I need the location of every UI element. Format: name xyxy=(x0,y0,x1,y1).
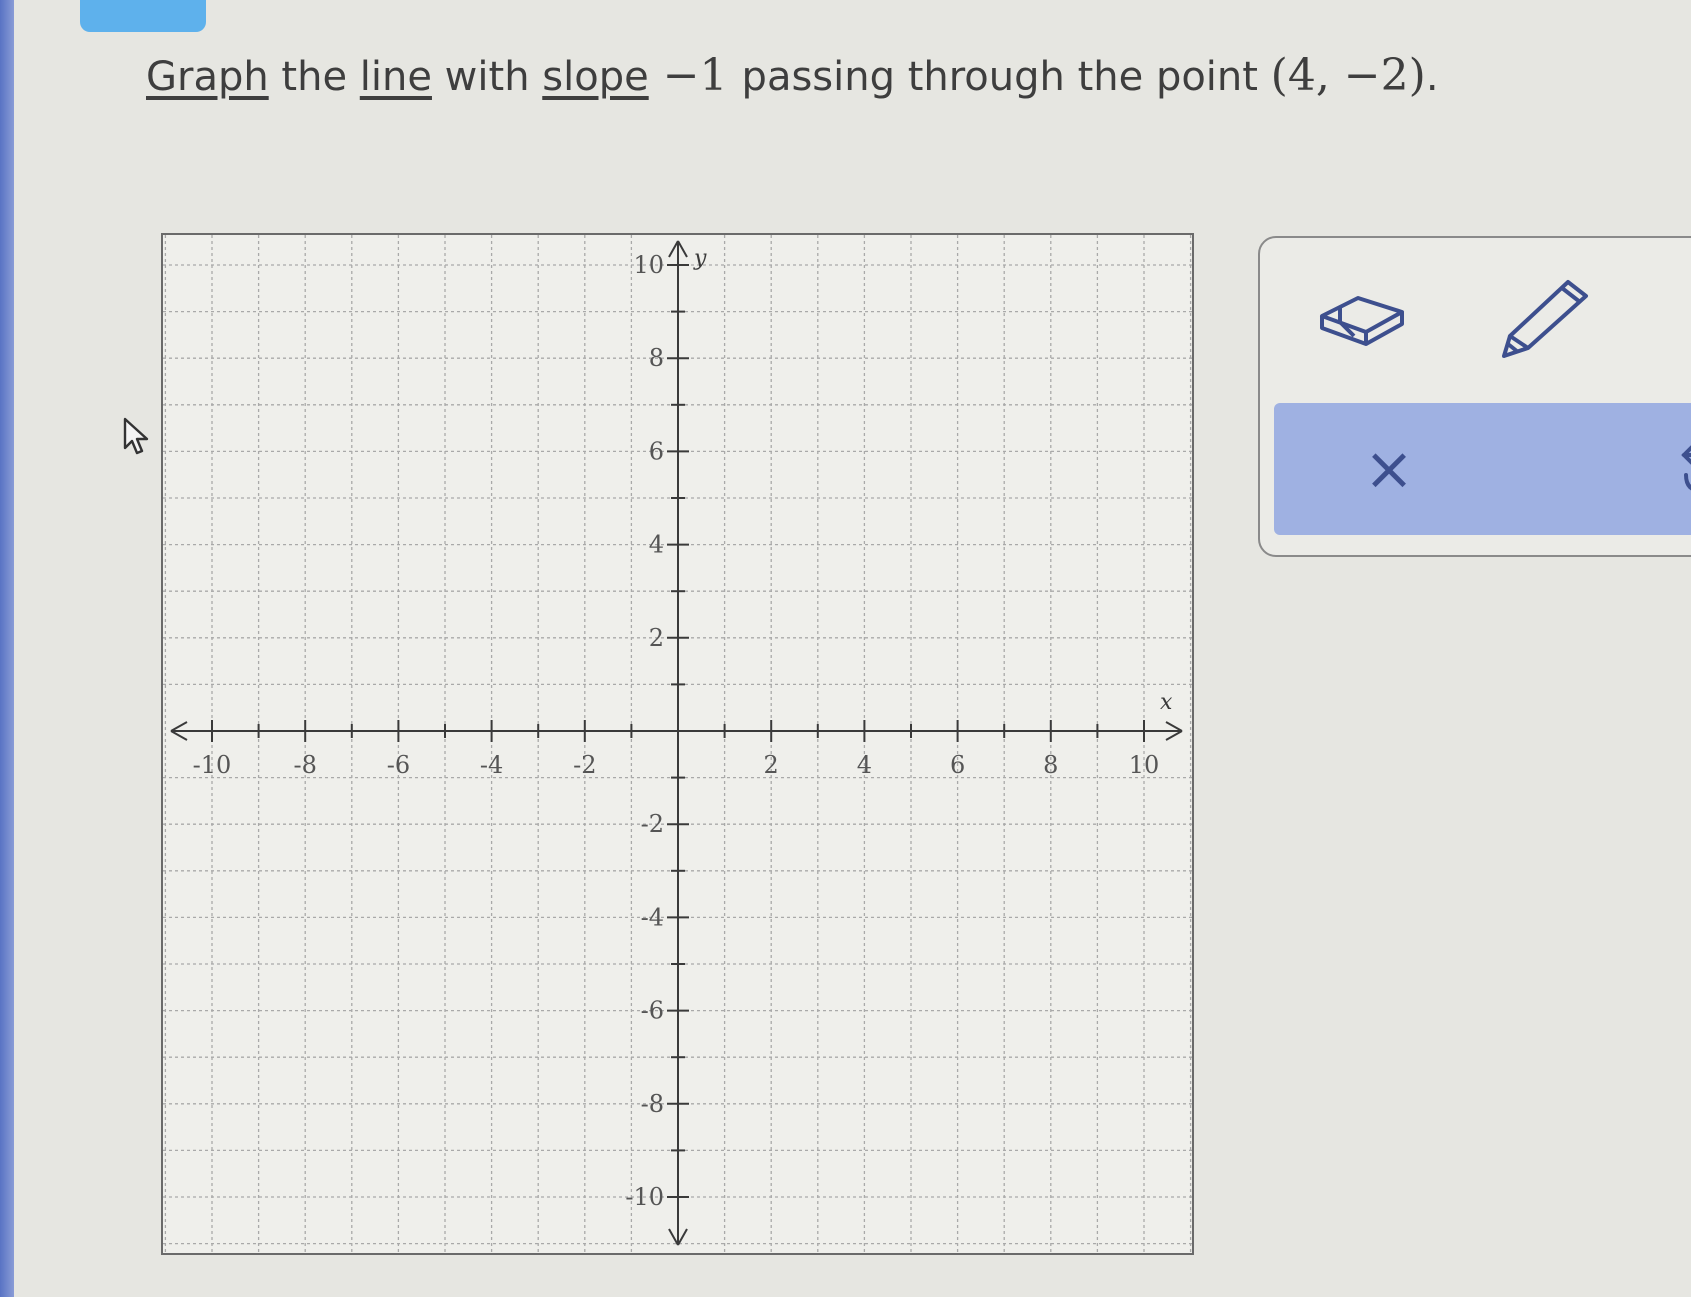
question-fragment: passing through the point xyxy=(741,54,1271,100)
term-link-slope[interactable]: slope xyxy=(542,54,648,100)
x-axis-label: x xyxy=(1160,690,1173,715)
x-tick-label: 2 xyxy=(764,751,779,779)
y-tick-label: -8 xyxy=(641,1090,664,1118)
term-link-graph[interactable]: Graph xyxy=(146,54,269,100)
window-edge xyxy=(0,0,14,1297)
pencil-icon xyxy=(1502,280,1588,358)
y-tick-label: 10 xyxy=(633,251,664,279)
term-link-line[interactable]: line xyxy=(360,54,432,100)
y-tick-label: -2 xyxy=(641,810,664,838)
x-tick-label: -10 xyxy=(193,751,232,779)
question-fragment: with xyxy=(431,54,543,100)
y-tick-label: -6 xyxy=(641,997,664,1025)
y-axis-label: y xyxy=(693,246,707,271)
mouse-cursor-icon xyxy=(123,417,149,455)
y-tick-label: 8 xyxy=(649,344,664,372)
undo-button[interactable] xyxy=(1674,427,1691,511)
x-tick-label: 6 xyxy=(950,751,965,779)
action-bar: × xyxy=(1274,403,1691,535)
x-tick-label: 10 xyxy=(1129,751,1160,779)
slope-value: −1 xyxy=(648,50,742,101)
eraser-icon xyxy=(1320,296,1404,346)
x-tick-label: -2 xyxy=(573,751,596,779)
x-tick-label: -8 xyxy=(294,751,317,779)
x-tick-label: -6 xyxy=(387,751,410,779)
coordinate-plane[interactable]: x y -10 -8 -6 -4 -2 2 4 6 8 10 10 8 6 4 2 -2 -4 -6 -8 -10 xyxy=(163,235,1192,1253)
axes xyxy=(170,240,1183,1246)
x-tick-label: -4 xyxy=(480,751,503,779)
question-text: Graph the line with slope −1 passing thr… xyxy=(146,50,1439,101)
y-tick-label: -4 xyxy=(641,903,664,931)
graph-toolbox: × xyxy=(1258,236,1691,557)
x-tick-label: 4 xyxy=(857,751,872,779)
clear-button[interactable]: × xyxy=(1344,427,1434,511)
close-icon: × xyxy=(1363,434,1415,504)
question-fragment: the xyxy=(268,54,360,100)
eraser-tool-button[interactable] xyxy=(1314,282,1414,354)
top-tab[interactable] xyxy=(80,0,206,32)
graph-area[interactable]: x y -10 -8 -6 -4 -2 2 4 6 8 10 10 8 6 4 2 -2 -4 -6 -8 -10 xyxy=(161,233,1194,1255)
y-tick-label: 2 xyxy=(649,624,664,652)
x-tick-label: 8 xyxy=(1043,751,1058,779)
tick-labels: x y -10 -8 -6 -4 -2 2 4 6 8 10 10 8 6 4 2 -2 -4 -6 -8 -10 xyxy=(193,246,1173,1211)
undo-icon xyxy=(1681,445,1691,491)
point-value: (4, −2) xyxy=(1270,50,1426,101)
pencil-tool-button[interactable] xyxy=(1498,274,1598,364)
y-tick-label: 6 xyxy=(649,437,664,465)
y-tick-label: -10 xyxy=(625,1183,664,1211)
question-fragment: . xyxy=(1425,54,1439,100)
y-tick-label: 4 xyxy=(649,531,664,559)
